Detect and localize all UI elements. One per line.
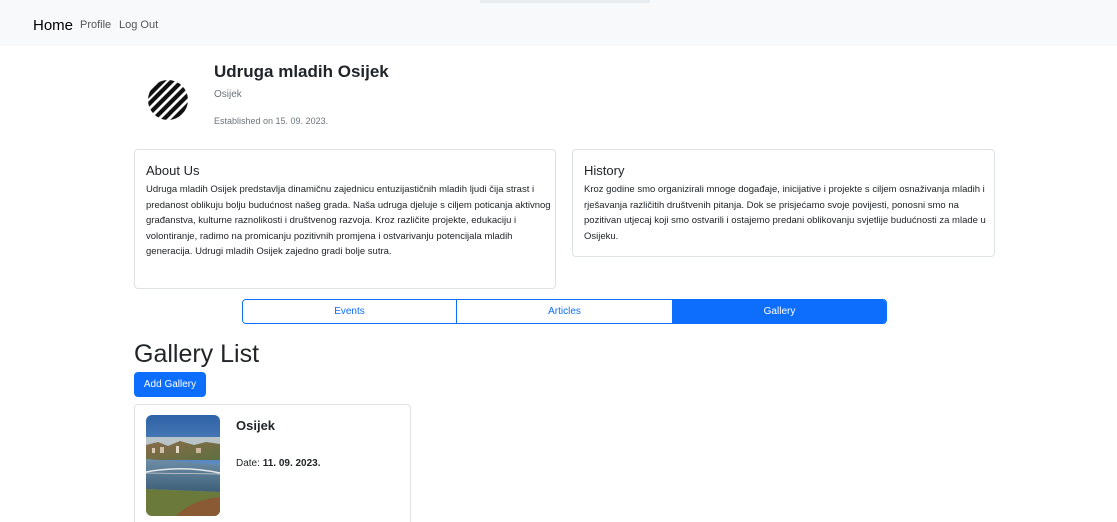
navbar-divider [480,0,650,3]
nav-profile-link[interactable]: Profile [80,19,111,31]
gallery-list-title: Gallery List [134,340,260,368]
nav-home-link[interactable]: Home [33,17,73,34]
tab-events[interactable]: Events [243,300,456,323]
about-us-text: Udruga mladih Osijek predstavlja dinamič… [146,184,551,257]
history-title: History [584,163,625,178]
history-text: Kroz godine smo organizirali mnoge događ… [584,184,986,242]
nav-logout-link[interactable]: Log Out [119,19,158,31]
gallery-name[interactable]: Osijek [236,418,275,433]
gallery-thumbnail[interactable] [146,415,220,516]
navbar: Home Profile Log Out [0,0,1117,46]
organization-established: Established on 15. 09. 2023. [214,116,329,126]
organization-logo-icon [143,76,193,136]
about-us-title: About Us [146,163,200,178]
tab-articles[interactable]: Articles [456,300,672,323]
about-us-card: About Us Udruga mladih Osijek predstavlj… [134,149,556,289]
gallery-card[interactable]: Osijek Date: 11. 09. 2023. [134,404,411,522]
gallery-date-value: 11. 09. 2023. [262,458,321,469]
tab-gallery[interactable]: Gallery [672,300,886,323]
add-gallery-button[interactable]: Add Gallery [134,372,206,397]
section-tabs: Events Articles Gallery [242,299,887,324]
gallery-date-label: Date: [236,458,260,469]
gallery-date: Date: 11. 09. 2023. [236,458,321,469]
history-card: History Kroz godine smo organizirali mno… [572,149,995,257]
organization-name: Udruga mladih Osijek [214,62,389,81]
organization-city: Osijek [214,89,242,100]
